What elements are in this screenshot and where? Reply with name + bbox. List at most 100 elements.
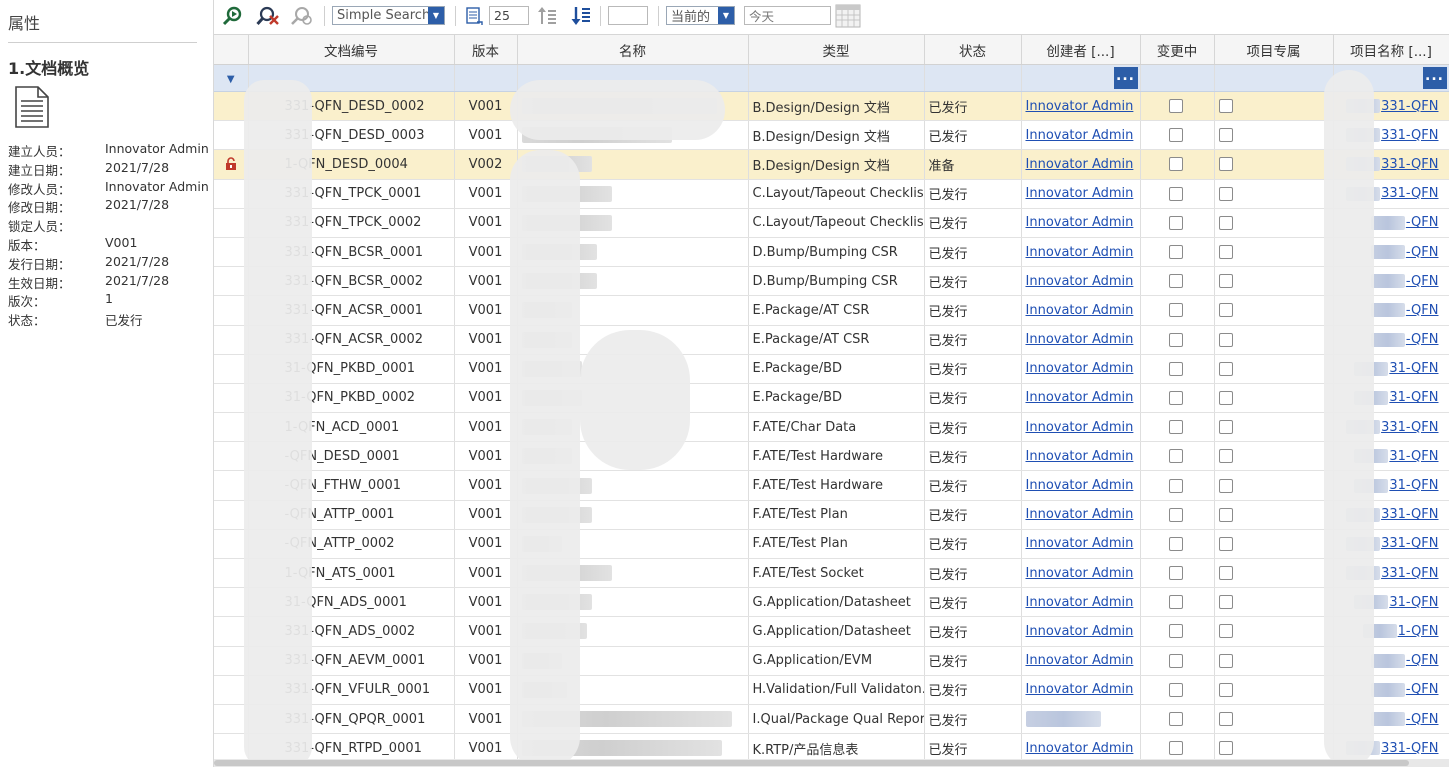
in-change-checkbox[interactable] [1168, 215, 1183, 230]
column-header[interactable]: 项目名称 [...] [1333, 34, 1449, 65]
column-header[interactable]: 类型 [748, 34, 925, 65]
scrollbar-thumb[interactable] [214, 760, 1409, 766]
project-only-checkbox[interactable] [1218, 420, 1233, 435]
column-header[interactable]: 变更中 [1140, 34, 1215, 65]
in-change-checkbox[interactable] [1168, 99, 1183, 114]
creator-link[interactable]: Innovator Admin [1026, 274, 1134, 289]
clear-search-icon[interactable] [256, 5, 280, 27]
creator-link[interactable]: Innovator Admin [1026, 99, 1134, 114]
filter-cell[interactable] [748, 64, 925, 92]
project-filter-button[interactable]: ... [1422, 67, 1447, 89]
creator-link[interactable]: Innovator Admin [1026, 449, 1134, 464]
in-change-checkbox[interactable] [1168, 478, 1183, 493]
in-change-checkbox[interactable] [1168, 566, 1183, 581]
in-change-checkbox[interactable] [1168, 186, 1183, 201]
creator-link[interactable]: Innovator Admin [1026, 566, 1134, 581]
horizontal-scrollbar[interactable] [214, 759, 1449, 767]
saved-search-icon[interactable] [290, 5, 314, 27]
table-row[interactable]: 1-QFN_ATS_0001 V001 F.ATE/Test Socket 已发行 In… [214, 558, 1449, 589]
creator-link[interactable]: Innovator Admin [1026, 157, 1134, 172]
project-only-checkbox[interactable] [1218, 186, 1233, 201]
project-only-checkbox[interactable] [1218, 712, 1233, 727]
column-header[interactable]: 文档编号 [248, 34, 455, 65]
table-row[interactable]: 31-QFN_PKBD_0001 V001 E.Package/BD 已发行 Innov… [214, 354, 1449, 384]
column-header[interactable]: 名称 [517, 34, 749, 65]
project-only-checkbox[interactable] [1218, 303, 1233, 318]
creator-link[interactable]: Innovator Admin [1026, 507, 1134, 522]
column-header[interactable] [214, 34, 249, 65]
table-row[interactable]: -QFN_DESD_0001 V001 F.ATE/Test Hardware 已发行… [214, 441, 1449, 472]
page-size-input[interactable]: 25 [489, 6, 529, 25]
search-type-select[interactable]: Simple Search ▼ [332, 6, 445, 25]
project-link[interactable]: 331-QFN [1381, 99, 1438, 114]
creator-link[interactable]: Innovator Admin [1026, 332, 1134, 347]
creator-link[interactable]: Innovator Admin [1026, 420, 1134, 435]
project-link[interactable]: -QFN [1406, 682, 1439, 697]
in-change-checkbox[interactable] [1168, 595, 1183, 610]
table-row[interactable]: 1-QFN_DESD_0004 V002 B.Design/Design 文档 准备 I… [214, 149, 1449, 180]
in-change-checkbox[interactable] [1168, 245, 1183, 260]
project-only-checkbox[interactable] [1218, 274, 1233, 289]
sort-ascending-icon[interactable] [537, 5, 557, 27]
project-only-checkbox[interactable] [1218, 215, 1233, 230]
in-change-checkbox[interactable] [1168, 507, 1183, 522]
project-only-checkbox[interactable] [1218, 741, 1233, 756]
project-only-checkbox[interactable] [1218, 361, 1233, 376]
in-change-checkbox[interactable] [1168, 274, 1183, 289]
table-row[interactable]: 331-QFN_QPQR_0001 V001 I.Qual/Package Qual… [214, 704, 1449, 735]
in-change-checkbox[interactable] [1168, 741, 1183, 756]
creator-filter-button[interactable]: ... [1113, 67, 1138, 89]
in-change-checkbox[interactable] [1168, 712, 1183, 727]
creator-link[interactable]: Innovator Admin [1026, 653, 1134, 668]
creator-link[interactable]: Innovator Admin [1026, 741, 1134, 756]
creator-link[interactable]: Innovator Admin [1026, 390, 1134, 405]
run-search-icon[interactable] [222, 5, 244, 27]
project-only-checkbox[interactable] [1218, 332, 1233, 347]
project-link[interactable]: -QFN [1406, 274, 1439, 289]
project-link[interactable]: -QFN [1406, 653, 1439, 668]
creator-link[interactable]: Innovator Admin [1026, 245, 1134, 260]
project-only-checkbox[interactable] [1218, 245, 1233, 260]
project-link[interactable]: 331-QFN [1381, 507, 1438, 522]
project-link[interactable]: 31-QFN [1389, 449, 1438, 464]
column-header[interactable]: 创建者 [...] [1021, 34, 1141, 65]
creator-link[interactable]: Innovator Admin [1026, 595, 1134, 610]
filter-cell[interactable] [1140, 64, 1215, 92]
creator-link[interactable]: Innovator Admin [1026, 215, 1134, 230]
expand-arrow-icon[interactable]: ▼ [214, 64, 249, 92]
project-only-checkbox[interactable] [1218, 449, 1233, 464]
in-change-checkbox[interactable] [1168, 390, 1183, 405]
project-link[interactable]: -QFN [1406, 245, 1439, 260]
in-change-checkbox[interactable] [1168, 624, 1183, 639]
in-change-checkbox[interactable] [1168, 682, 1183, 697]
table-row[interactable]: 331-QFN_ACSR_0002 V001 E.Package/AT CSR 已发行… [214, 325, 1449, 355]
creator-link[interactable]: Innovator Admin [1026, 682, 1134, 697]
date-input[interactable]: 今天 [744, 6, 831, 25]
creator-link[interactable]: Innovator Admin [1026, 478, 1134, 493]
project-link[interactable]: 31-QFN [1389, 390, 1438, 405]
table-row[interactable]: 1-QFN_ACD_0001 V001 F.ATE/Char Data 已发行 Inno… [214, 412, 1449, 443]
in-change-checkbox[interactable] [1168, 653, 1183, 668]
table-row[interactable]: 331-QFN_DESD_0002 V001 B.Design/Design 文档已… [214, 91, 1449, 122]
project-link[interactable]: 31-QFN [1389, 478, 1438, 493]
project-link[interactable]: 331-QFN [1381, 566, 1438, 581]
sort-descending-icon[interactable] [571, 5, 591, 27]
table-row[interactable]: 331-QFN_DESD_0003 V001 B.Design/Design 文档已… [214, 120, 1449, 151]
version-filter-select[interactable]: 当前的 ▼ [666, 6, 735, 25]
project-only-checkbox[interactable] [1218, 478, 1233, 493]
filter-cell[interactable] [924, 64, 1022, 92]
creator-link[interactable]: Innovator Admin [1026, 186, 1134, 201]
project-only-checkbox[interactable] [1218, 507, 1233, 522]
project-link[interactable]: 331-QFN [1381, 186, 1438, 201]
table-row[interactable]: 331-QFN_TPCK_0002 V001 C.Layout/Tapeout Ch… [214, 208, 1449, 238]
project-only-checkbox[interactable] [1218, 566, 1233, 581]
project-only-checkbox[interactable] [1218, 536, 1233, 551]
in-change-checkbox[interactable] [1168, 420, 1183, 435]
table-row[interactable]: 331-QFN_AEVM_0001 V001 G.Application/EVM 已发… [214, 646, 1449, 676]
in-change-checkbox[interactable] [1168, 536, 1183, 551]
in-change-checkbox[interactable] [1168, 449, 1183, 464]
in-change-checkbox[interactable] [1168, 361, 1183, 376]
project-link[interactable]: -QFN [1406, 303, 1439, 318]
project-link[interactable]: -QFN [1406, 215, 1439, 230]
in-change-checkbox[interactable] [1168, 332, 1183, 347]
